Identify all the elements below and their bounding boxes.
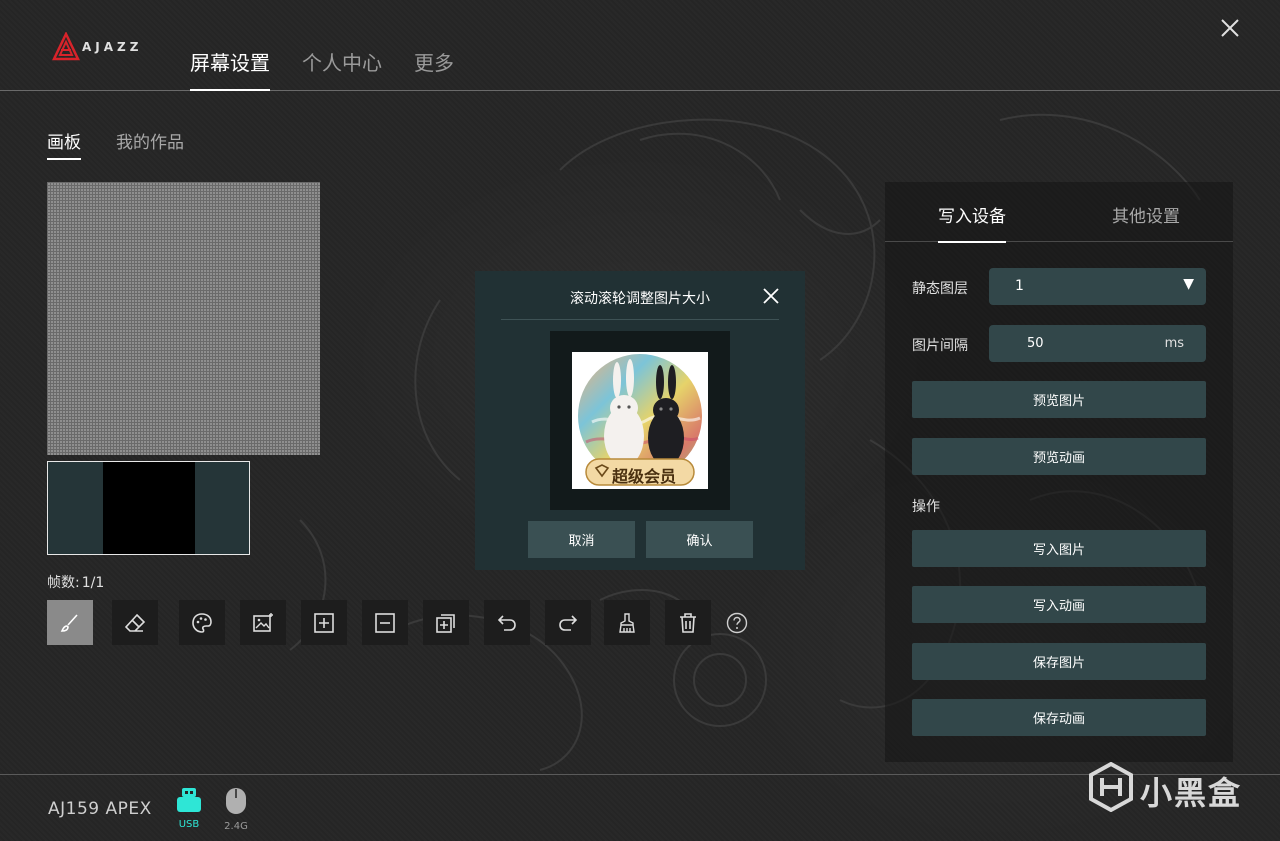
clear-canvas-button[interactable] [604, 600, 650, 645]
frame-count: 帧数: 1/1 [47, 572, 104, 592]
clear-brush-icon [619, 612, 635, 633]
tab-personal-center[interactable]: 个人中心 [302, 47, 382, 91]
tab-more[interactable]: 更多 [414, 47, 454, 91]
brush-tool-button[interactable] [47, 600, 93, 645]
confirm-button[interactable]: 确认 [646, 521, 753, 558]
top-header: AJAZZ 屏幕设置 个人中心 更多 [0, 0, 1280, 91]
operations-label: 操作 [912, 499, 940, 515]
brand-name: AJAZZ [82, 40, 143, 54]
preview-image: 超级会员 [572, 352, 708, 489]
frame-thumbnail[interactable] [47, 461, 250, 555]
add-frame-icon [314, 612, 334, 633]
cancel-button[interactable]: 取消 [528, 521, 635, 558]
interval-value: 50 [1027, 336, 1044, 351]
usb-connection[interactable]: USB [169, 787, 209, 830]
undo-button[interactable] [484, 600, 530, 645]
palette-icon [192, 612, 212, 633]
add-frame-button[interactable] [301, 600, 347, 645]
interval-unit: ms [1164, 336, 1184, 351]
watermark-text: 小黑盒 [1140, 774, 1243, 812]
remove-frame-button[interactable] [362, 600, 408, 645]
static-layer-select[interactable]: 1 ▼ [989, 268, 1206, 305]
image-preview-area[interactable]: 超级会员 [550, 331, 730, 510]
wireless-connection[interactable]: 2.4G [216, 787, 256, 832]
usb-icon [177, 788, 201, 812]
frame-thumbnail-content [103, 462, 195, 554]
interval-label: 图片间隔 [912, 338, 968, 354]
dialog-divider [501, 319, 779, 320]
usb-label: USB [178, 819, 200, 830]
eraser-icon [124, 613, 146, 632]
palette-tool-button[interactable] [179, 600, 225, 645]
tab-write-device[interactable]: 写入设备 [938, 202, 1006, 243]
vip-badge-text: 超级会员 [612, 467, 677, 486]
ajazz-logo-icon [52, 32, 80, 61]
write-animation-button[interactable]: 写入动画 [912, 586, 1206, 623]
help-icon[interactable] [726, 612, 748, 634]
eraser-tool-button[interactable] [112, 600, 158, 645]
write-image-button[interactable]: 写入图片 [912, 530, 1206, 567]
write-settings-panel: 写入设备 其他设置 静态图层 1 ▼ 图片间隔 50 ms 预览图片 预览动画 … [885, 182, 1233, 762]
trash-icon [680, 612, 696, 633]
static-layer-label: 静态图层 [912, 281, 968, 297]
brush-icon [60, 613, 78, 632]
remove-frame-icon [375, 612, 395, 633]
preview-image-button[interactable]: 预览图片 [912, 381, 1206, 418]
save-animation-button[interactable]: 保存动画 [912, 699, 1206, 736]
duplicate-frame-button[interactable] [423, 600, 469, 645]
device-name: AJ159 APEX [48, 799, 152, 819]
close-window-icon[interactable] [1218, 16, 1242, 40]
ajazz-logo: AJAZZ [52, 32, 152, 64]
subtab-canvas[interactable]: 画板 [47, 128, 81, 160]
import-image-button[interactable] [240, 600, 286, 645]
tab-other-settings[interactable]: 其他设置 [1112, 202, 1180, 242]
duplicate-frame-icon [436, 613, 455, 633]
panel-tabs: 写入设备 其他设置 [885, 182, 1233, 243]
redo-icon [559, 614, 578, 631]
subtab-my-works[interactable]: 我的作品 [116, 128, 184, 160]
dialog-close-icon[interactable] [761, 286, 781, 306]
frame-count-value: 1/1 [81, 575, 105, 591]
dialog-title: 滚动滚轮调整图片大小 [570, 291, 710, 307]
wireless-label: 2.4G [224, 821, 248, 832]
image-import-icon [253, 612, 273, 632]
dropdown-arrow-icon: ▼ [1183, 276, 1194, 292]
delete-button[interactable] [665, 600, 711, 645]
preview-animation-button[interactable]: 预览动画 [912, 438, 1206, 475]
mouse-icon [226, 788, 246, 814]
xiaoheihe-watermark: 小黑盒 [1088, 760, 1248, 816]
redo-button[interactable] [545, 600, 591, 645]
tab-screen-settings[interactable]: 屏幕设置 [190, 47, 270, 91]
undo-icon [497, 614, 516, 631]
pixel-canvas[interactable] [47, 182, 320, 455]
frame-count-label: 帧数: [47, 575, 80, 591]
image-resize-dialog: 滚动滚轮调整图片大小 超级会员 取消 确认 [475, 271, 805, 570]
static-layer-value: 1 [1015, 278, 1024, 294]
interval-input[interactable]: 50 ms [989, 325, 1206, 362]
xiaoheihe-logo-icon [1089, 762, 1133, 812]
save-image-button[interactable]: 保存图片 [912, 643, 1206, 680]
